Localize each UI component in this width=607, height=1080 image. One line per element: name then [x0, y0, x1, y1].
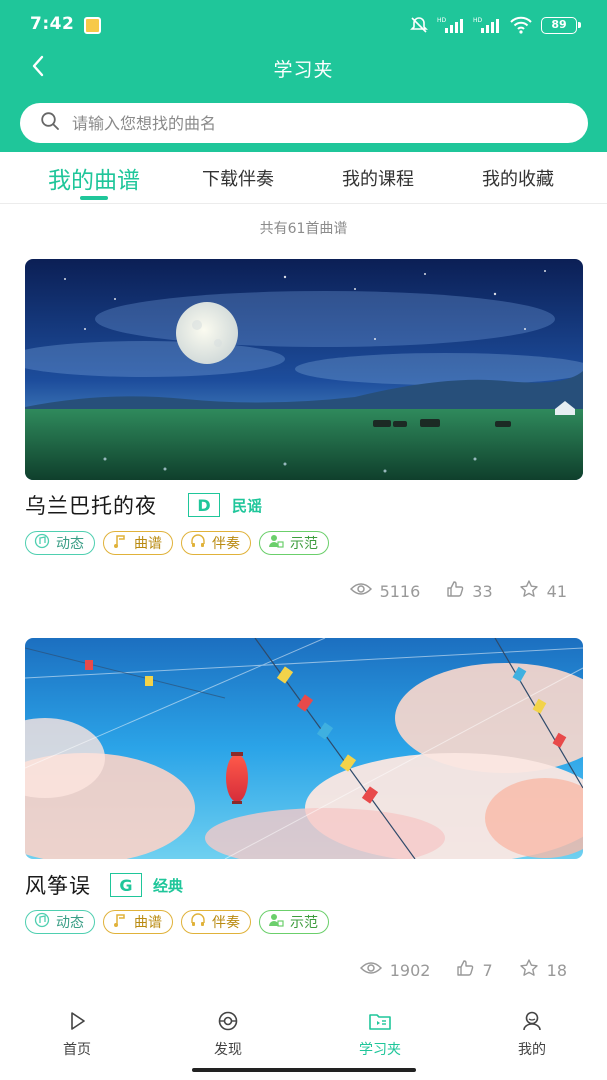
- wifi-icon: [509, 16, 533, 34]
- eye-icon: [349, 581, 372, 601]
- battery-icon: 89: [541, 16, 581, 34]
- like-count: 33: [472, 581, 493, 601]
- favorite-count: 41: [546, 581, 567, 601]
- genre-label: 民谣: [232, 497, 263, 515]
- genre-label: 经典: [153, 877, 184, 895]
- music-note-icon: [112, 533, 128, 553]
- tag-label: 动态: [56, 536, 84, 552]
- tag-label: 伴奏: [212, 536, 240, 552]
- nav-profile[interactable]: 我的: [487, 1010, 577, 1059]
- tag-demo[interactable]: 示范: [259, 910, 329, 934]
- nav-label: 首页: [63, 1042, 91, 1058]
- tag-score[interactable]: 曲谱: [103, 531, 173, 555]
- tag-demo[interactable]: 示范: [259, 531, 329, 555]
- tag-list: 动态 曲谱 伴奏 示范: [25, 531, 329, 555]
- tab-download-accompaniment[interactable]: 下载伴奏: [178, 152, 298, 204]
- music-note-icon: [112, 912, 128, 932]
- tag-accompaniment[interactable]: 伴奏: [181, 910, 251, 934]
- headphones-icon: [190, 912, 206, 932]
- active-tab-indicator: [80, 196, 108, 200]
- eye-icon: [359, 960, 382, 980]
- score-count: 共有61首曲谱: [259, 221, 348, 237]
- svg-text:HD: HD: [437, 17, 447, 24]
- star-icon[interactable]: [519, 579, 539, 603]
- tag-label: 动态: [56, 915, 84, 931]
- nav-bar: 学习夹: [0, 44, 607, 92]
- profile-icon: [521, 1010, 543, 1036]
- key-badge: G: [110, 873, 142, 897]
- nav-label: 我的: [518, 1042, 546, 1058]
- favorite-count: 18: [546, 960, 567, 980]
- tag-dynamic[interactable]: 动态: [25, 910, 95, 934]
- search-bar[interactable]: [20, 103, 588, 143]
- tag-label: 曲谱: [134, 536, 162, 552]
- signal-icon: HD: [437, 16, 465, 34]
- tab-my-favorites[interactable]: 我的收藏: [458, 152, 578, 204]
- thumbs-up-icon[interactable]: [446, 580, 464, 602]
- play-icon: [66, 1010, 88, 1036]
- page-title: 学习夹: [273, 59, 334, 81]
- dynamic-score-icon: [34, 533, 50, 553]
- nav-discover[interactable]: 发现: [183, 1010, 273, 1059]
- tag-label: 伴奏: [212, 915, 240, 931]
- teacher-icon: [268, 912, 284, 932]
- status-time: 7:42: [30, 14, 75, 34]
- song-cover-image[interactable]: [25, 638, 583, 859]
- status-icons: HD HD 89: [409, 14, 581, 36]
- folder-icon: [368, 1010, 392, 1036]
- nav-home[interactable]: 首页: [32, 1010, 122, 1059]
- star-icon[interactable]: [519, 958, 539, 982]
- song-stats: 1902 7 18: [359, 958, 567, 982]
- bottom-nav: 首页 发现 学习夹 我的: [0, 1000, 607, 1064]
- tag-label: 示范: [290, 536, 318, 552]
- nav-label: 学习夹: [359, 1042, 401, 1058]
- tag-label: 示范: [290, 915, 318, 931]
- home-indicator[interactable]: [192, 1068, 416, 1072]
- nav-study-folder[interactable]: 学习夹: [335, 1010, 425, 1059]
- song-cover-image[interactable]: [25, 259, 583, 480]
- tag-list: 动态 曲谱 伴奏 示范: [25, 910, 329, 934]
- view-count: 5116: [379, 581, 421, 601]
- search-input[interactable]: [72, 113, 552, 133]
- nav-label: 发现: [214, 1042, 242, 1058]
- app-header: 7:42 HD HD 89 学习夹: [0, 0, 607, 152]
- song-title[interactable]: 乌兰巴托的夜: [25, 490, 157, 520]
- notification-app-icon: [84, 17, 101, 34]
- svg-text:HD: HD: [473, 17, 483, 24]
- discover-icon: [217, 1010, 239, 1036]
- song-stats: 5116 33 41: [349, 579, 567, 603]
- view-count: 1902: [389, 960, 431, 980]
- tag-accompaniment[interactable]: 伴奏: [181, 531, 251, 555]
- tab-my-courses[interactable]: 我的课程: [318, 152, 438, 204]
- headphones-icon: [190, 533, 206, 553]
- teacher-icon: [268, 533, 284, 553]
- tag-score[interactable]: 曲谱: [103, 910, 173, 934]
- like-count: 7: [482, 960, 493, 980]
- mute-bell-icon: [409, 15, 429, 35]
- tag-dynamic[interactable]: 动态: [25, 531, 95, 555]
- song-title[interactable]: 风筝误: [25, 870, 91, 900]
- tag-label: 曲谱: [134, 915, 162, 931]
- dynamic-score-icon: [34, 912, 50, 932]
- key-badge: D: [188, 493, 220, 517]
- signal-icon-2: HD: [473, 16, 501, 34]
- search-icon: [40, 111, 60, 135]
- thumbs-up-icon[interactable]: [456, 959, 474, 981]
